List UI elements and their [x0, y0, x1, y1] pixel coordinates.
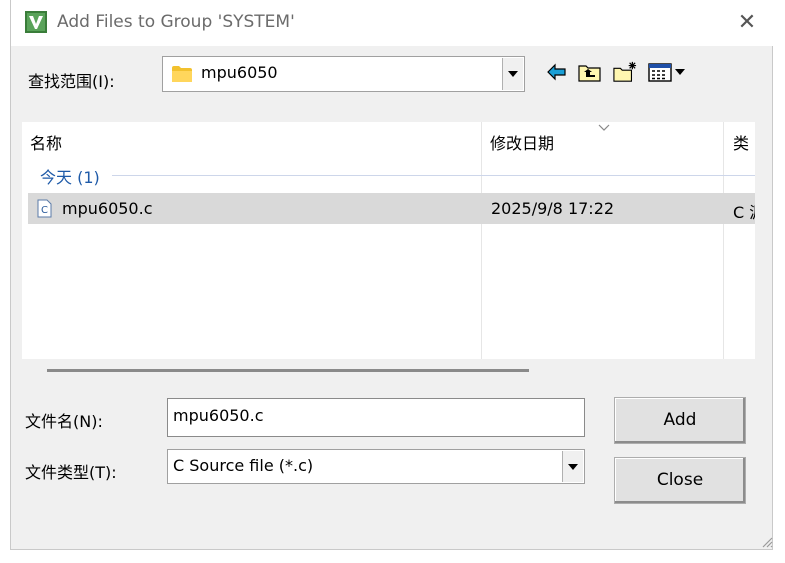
resize-grip-icon[interactable]	[761, 536, 773, 548]
look-in-dropdown[interactable]: mpu6050	[162, 56, 525, 92]
new-folder-icon[interactable]	[611, 60, 639, 84]
close-button[interactable]: Close	[614, 457, 746, 504]
file-list[interactable]: 名称 修改日期 类 今天 (1) C mpu6050.c 2025/9/8 17…	[22, 122, 755, 359]
add-button[interactable]: Add	[614, 397, 746, 444]
keil-app-icon	[25, 11, 47, 33]
group-divider	[112, 175, 755, 176]
column-header-type[interactable]: 类	[733, 130, 749, 154]
title-bar: Add Files to Group 'SYSTEM' ✕	[11, 0, 774, 46]
file-name-label: 文件名(N):	[25, 412, 103, 431]
file-name: mpu6050.c	[62, 199, 153, 218]
up-folder-icon[interactable]	[577, 60, 603, 84]
file-type-label: 文件类型(T):	[25, 463, 117, 482]
window-title: Add Files to Group 'SYSTEM'	[57, 12, 295, 32]
folder-icon	[172, 66, 192, 82]
svg-text:C: C	[41, 205, 48, 216]
close-icon[interactable]: ✕	[733, 9, 761, 37]
horizontal-scrollbar-thumb[interactable]	[47, 369, 529, 372]
file-type-value: C Source file (*.c)	[173, 456, 314, 475]
file-name-value: mpu6050.c	[173, 406, 264, 425]
column-divider[interactable]	[723, 122, 724, 359]
c-file-icon: C	[37, 199, 52, 218]
sort-chevron-icon	[598, 124, 610, 131]
file-name-input[interactable]: mpu6050.c	[167, 398, 585, 437]
file-type: C 源	[733, 203, 755, 222]
view-menu-icon[interactable]	[648, 60, 690, 84]
column-divider[interactable]	[481, 122, 482, 359]
column-header-date[interactable]: 修改日期	[490, 130, 554, 154]
file-type-dropdown[interactable]: C Source file (*.c)	[167, 449, 585, 484]
file-type-dropdown-arrow[interactable]	[562, 451, 583, 482]
add-files-dialog: Add Files to Group 'SYSTEM' ✕ 查找范围(I): m…	[10, 0, 774, 550]
look-in-dropdown-arrow[interactable]	[502, 58, 523, 90]
back-arrow-icon[interactable]	[545, 60, 569, 84]
group-header-today[interactable]: 今天 (1)	[40, 164, 100, 188]
file-row[interactable]: C mpu6050.c 2025/9/8 17:22 C 源	[28, 193, 755, 224]
look-in-label: 查找范围(I):	[28, 72, 115, 91]
column-header-name[interactable]: 名称	[30, 130, 62, 154]
file-modified: 2025/9/8 17:22	[491, 199, 615, 218]
look-in-value: mpu6050	[201, 63, 278, 82]
